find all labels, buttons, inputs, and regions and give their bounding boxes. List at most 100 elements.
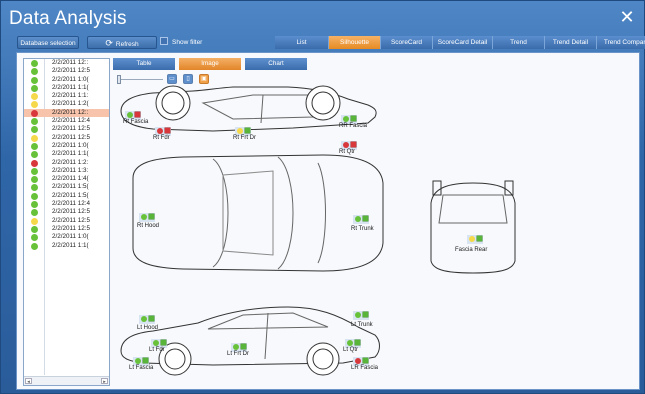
close-icon[interactable]: ✕ xyxy=(616,7,638,27)
status-dot-icon xyxy=(31,84,38,92)
show-filter-checkbox[interactable] xyxy=(160,37,168,45)
record-row[interactable]: 2/2/2011 1:3: xyxy=(24,167,109,175)
record-row[interactable]: 2/2/2011 12:5 xyxy=(24,208,109,217)
zoom-slider[interactable] xyxy=(113,75,163,84)
tab-scorecard-detail[interactable]: ScoreCard Detail xyxy=(433,36,493,49)
marker-label: RR Fascia xyxy=(339,123,368,129)
record-row[interactable]: 2/2/2011 12:: xyxy=(24,108,109,118)
tab-trend-detail[interactable]: Trend Detail xyxy=(545,36,597,49)
record-date: 2/2/2011 1:4( xyxy=(52,175,89,183)
tab-trend[interactable]: Trend xyxy=(493,36,545,49)
record-row[interactable]: 2/2/2011 1:2: xyxy=(24,159,109,167)
car-top-view xyxy=(132,154,384,272)
tab-silhouette[interactable]: Silhouette xyxy=(329,36,381,49)
status-dot-icon xyxy=(31,126,38,134)
record-date: 2/2/2011 1:2( xyxy=(52,100,89,108)
record-date: 2/2/2011 1:1( xyxy=(52,241,89,249)
status-dot-icon xyxy=(31,142,38,150)
status-dot-icon xyxy=(31,209,38,217)
marker-label: Lt Frt Dr xyxy=(227,351,249,357)
record-date: 2/2/2011 12:5 xyxy=(52,67,91,75)
marker-label: Rt Qtr xyxy=(339,149,355,155)
status-dot-icon xyxy=(31,60,38,67)
tab-trend-compare[interactable]: Trend Compare xyxy=(597,36,645,49)
tab-list[interactable]: List xyxy=(275,36,329,49)
marker-label: Lt Trunk xyxy=(351,322,373,328)
content-panel: 2/2/2011 12:: 2/2/2011 12:5 2/2/2011 1:0(2… xyxy=(16,52,640,390)
record-row[interactable]: 2/2/2011 12:: xyxy=(24,59,109,67)
record-row[interactable]: 2/2/2011 1:4( xyxy=(24,175,109,184)
record-date: 2/2/2011 12:: xyxy=(52,108,89,116)
status-dot-icon xyxy=(31,151,38,159)
record-row[interactable]: 2/2/2011 12:5 xyxy=(24,225,109,233)
record-date: 2/2/2011 1:0( xyxy=(52,233,89,241)
record-date: 2/2/2011 1:1( xyxy=(52,150,89,158)
marker-label: Lt Hood xyxy=(137,325,159,331)
marker-label: Rt Trunk xyxy=(351,226,374,232)
marker-label: Rt Hood xyxy=(137,223,160,229)
marker-label: Rt Fascia xyxy=(123,119,149,125)
record-row[interactable]: 2/2/2011 1:1( xyxy=(24,150,109,159)
scroll-left-icon[interactable]: ◂ xyxy=(25,378,32,385)
status-dot-icon xyxy=(31,242,38,250)
record-row[interactable]: 2/2/2011 12:5 xyxy=(24,125,109,134)
status-dot-icon xyxy=(31,93,38,101)
record-row[interactable]: 2/2/2011 1:5( xyxy=(24,183,109,192)
record-date: 2/2/2011 1:0( xyxy=(52,75,89,83)
horizontal-scrollbar[interactable]: ◂ ▸ xyxy=(24,376,109,385)
zoom-track xyxy=(117,79,163,80)
view-tab-table[interactable]: Table xyxy=(113,58,175,70)
marker-label: Fascia Rear xyxy=(455,247,488,253)
record-row[interactable]: 2/2/2011 1:1( xyxy=(24,242,109,250)
status-dot-icon xyxy=(31,109,38,117)
marker-label: Rt Fdr xyxy=(153,135,170,141)
record-date: 2/2/2011 1:3: xyxy=(52,166,89,174)
record-date: 2/2/2011 12:5 xyxy=(52,133,91,141)
status-dot-icon xyxy=(31,217,38,225)
record-date: 2/2/2011 1:5( xyxy=(52,183,89,191)
status-dot-icon xyxy=(31,76,38,84)
show-filter-toggle[interactable]: Show filter xyxy=(160,36,220,49)
status-dot-icon xyxy=(31,234,38,242)
record-row[interactable]: 2/2/2011 12:4 xyxy=(24,117,109,126)
record-date: 2/2/2011 1:5( xyxy=(52,191,89,199)
record-row[interactable]: 2/2/2011 12:5 xyxy=(24,217,109,225)
record-row[interactable]: 2/2/2011 1:0( xyxy=(24,76,109,84)
status-dot-icon xyxy=(31,159,38,167)
record-row[interactable]: 2/2/2011 1:2( xyxy=(24,100,109,109)
marker-label: Lt Fdr xyxy=(149,347,165,353)
marker-label: Rt Frt Dr xyxy=(233,135,256,141)
app-window: Data Analysis ✕ Database selection ⟳ Refr… xyxy=(0,0,645,394)
record-row[interactable]: 2/2/2011 1:1( xyxy=(24,84,109,92)
refresh-button[interactable]: ⟳ Refresh xyxy=(87,36,157,49)
marker-label: Lt Qtr xyxy=(343,347,359,353)
view-tabs: Table Image Chart xyxy=(113,58,311,70)
record-date: 2/2/2011 1:0( xyxy=(52,141,89,149)
record-date: 2/2/2011 12:4 xyxy=(52,117,91,125)
car-right-side-view xyxy=(120,85,377,132)
view-tab-chart[interactable]: Chart xyxy=(245,58,307,70)
status-dot-icon xyxy=(31,167,38,175)
record-row[interactable]: 2/2/2011 12:5 xyxy=(24,67,109,76)
record-row[interactable]: 2/2/2011 1:5( xyxy=(24,192,109,200)
marker-label: Lt Fascia xyxy=(129,365,154,371)
scroll-right-icon[interactable]: ▸ xyxy=(101,378,108,385)
record-row[interactable]: 2/2/2011 1:0( xyxy=(24,233,109,242)
car-rear-view xyxy=(430,180,516,274)
tab-scorecard[interactable]: ScoreCard xyxy=(381,36,433,49)
record-row[interactable]: 2/2/2011 1:0( xyxy=(24,142,109,150)
refresh-icon: ⟳ xyxy=(105,38,113,48)
record-row[interactable]: 2/2/2011 1:1: xyxy=(24,92,109,101)
record-rows: 2/2/2011 12:: 2/2/2011 12:5 2/2/2011 1:0(2… xyxy=(24,59,109,250)
window-title: Data Analysis xyxy=(9,8,127,29)
car-silhouette-drawing xyxy=(120,85,516,376)
status-dot-icon xyxy=(31,101,38,109)
status-dot-icon xyxy=(31,225,38,233)
view-tab-image[interactable]: Image xyxy=(179,58,241,70)
status-dot-icon xyxy=(31,176,38,184)
record-row[interactable]: 2/2/2011 12:5 xyxy=(24,134,109,142)
show-filter-label: Show filter xyxy=(172,39,203,46)
database-selection-button[interactable]: Database selection xyxy=(17,36,79,49)
record-row[interactable]: 2/2/2011 12:4 xyxy=(24,200,109,209)
silhouette-canvas: Rt Fascia Rt Fdr Rt Frt Dr RR Fascia Rt … xyxy=(113,83,633,383)
